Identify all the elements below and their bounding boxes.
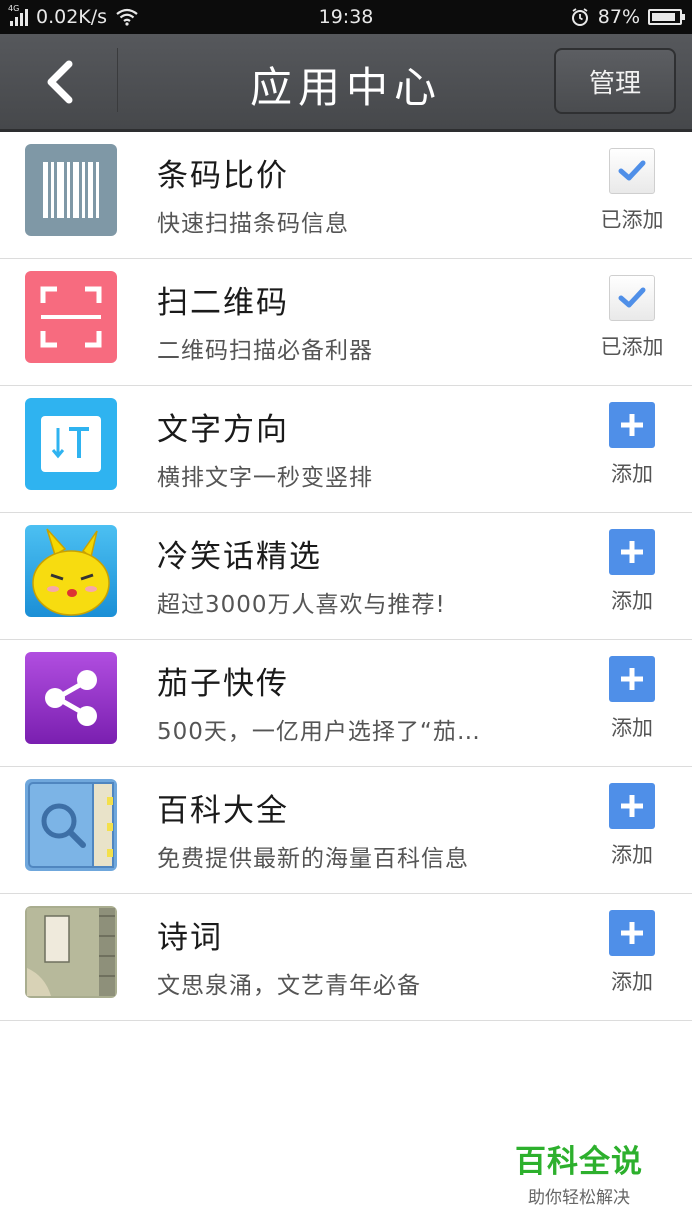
app-list: 条码比价 快速扫描条码信息 已添加 扫二维码 二维码扫描必备利器 已添加 文字方… xyxy=(0,132,692,1021)
app-description: 免费提供最新的海量百科信息 xyxy=(157,846,469,872)
action-label: 添加 xyxy=(611,716,653,740)
app-name: 条码比价 xyxy=(157,158,289,194)
list-item[interactable]: 冷笑话精选 超过3000万人喜欢与推荐! 添加 xyxy=(0,513,692,640)
barcode-icon xyxy=(25,144,117,236)
plus-icon xyxy=(621,414,643,436)
action-label: 添加 xyxy=(611,970,653,994)
alarm-clock-icon xyxy=(571,8,588,26)
list-item[interactable]: 诗词 文思泉涌，文艺青年必备 添加 xyxy=(0,894,692,1021)
app-description: 500天，一亿用户选择了“茄… xyxy=(157,719,481,745)
app-description: 文思泉涌，文艺青年必备 xyxy=(157,973,421,999)
app-name: 百科大全 xyxy=(157,793,289,829)
list-item[interactable]: 百科大全 免费提供最新的海量百科信息 添加 xyxy=(0,767,692,894)
list-item[interactable]: 条码比价 快速扫描条码信息 已添加 xyxy=(0,132,692,259)
checkmark-icon xyxy=(618,160,646,181)
action-label: 已添加 xyxy=(600,335,664,359)
list-item[interactable]: 文字方向 横排文字一秒变竖排 添加 xyxy=(0,386,692,513)
add-button[interactable]: 添加 xyxy=(582,529,682,615)
battery-percent: 87% xyxy=(597,6,640,28)
app-name: 茄子快传 xyxy=(157,666,289,702)
text-direction-icon xyxy=(25,398,117,490)
app-description: 快速扫描条码信息 xyxy=(157,211,349,237)
share-icon xyxy=(25,652,117,744)
encyclopedia-book-icon xyxy=(25,779,117,871)
app-name: 文字方向 xyxy=(157,412,289,448)
list-item[interactable]: 扫二维码 二维码扫描必备利器 已添加 xyxy=(0,259,692,386)
plus-icon xyxy=(621,541,643,563)
action-label: 添加 xyxy=(611,843,653,867)
added-checkbox[interactable]: 已添加 xyxy=(582,275,682,361)
app-name: 扫二维码 xyxy=(157,285,289,321)
status-bar: 4G 0.02K/s 19:38 87% xyxy=(0,0,692,34)
add-button[interactable]: 添加 xyxy=(582,402,682,488)
poetry-book-icon xyxy=(25,906,117,998)
action-label: 添加 xyxy=(611,462,653,486)
qrcode-scan-icon xyxy=(25,271,117,363)
add-button[interactable]: 添加 xyxy=(582,910,682,996)
action-label: 已添加 xyxy=(600,208,664,232)
battery-icon xyxy=(648,9,685,25)
add-button[interactable]: 添加 xyxy=(582,783,682,869)
plus-icon xyxy=(621,668,643,690)
app-description: 二维码扫描必备利器 xyxy=(157,338,373,364)
checkmark-icon xyxy=(618,287,646,308)
watermark: 百科全说 助你轻松解决 xyxy=(515,1136,643,1208)
app-name: 诗词 xyxy=(157,920,223,956)
manage-button[interactable]: 管理 xyxy=(554,48,676,114)
list-item[interactable]: 茄子快传 500天，一亿用户选择了“茄… 添加 xyxy=(0,640,692,767)
action-label: 添加 xyxy=(611,589,653,613)
watermark-title: 百科全说 xyxy=(515,1144,643,1180)
added-checkbox[interactable]: 已添加 xyxy=(582,148,682,234)
app-description: 超过3000万人喜欢与推荐! xyxy=(157,592,446,618)
plus-icon xyxy=(621,922,643,944)
add-button[interactable]: 添加 xyxy=(582,656,682,742)
yellow-rabbit-icon xyxy=(25,525,117,617)
watermark-subtitle: 助你轻松解决 xyxy=(528,1188,630,1208)
app-name: 冷笑话精选 xyxy=(157,539,322,575)
app-description: 横排文字一秒变竖排 xyxy=(157,465,373,491)
title-bar: 应用中心 管理 xyxy=(0,34,692,132)
plus-icon xyxy=(621,795,643,817)
